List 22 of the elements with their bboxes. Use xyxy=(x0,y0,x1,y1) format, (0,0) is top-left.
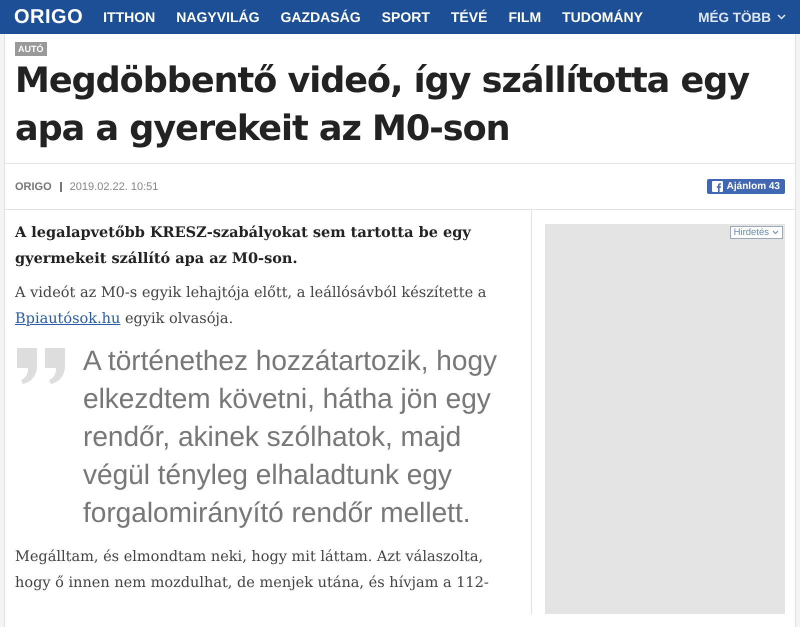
nav-link[interactable]: GAZDASÁG xyxy=(280,9,361,25)
nav-link[interactable]: FILM xyxy=(508,9,542,25)
nav-link[interactable]: ITTHON xyxy=(103,9,156,25)
article-paragraph: Megálltam, és elmondtam neki, hogy mit láttam. Azt válaszolta, hogy ő innen nem mozdulhat, de menjek utána, és hívjam a 112- xyxy=(15,548,490,593)
site-logo[interactable]: ORIGO xyxy=(14,6,84,28)
nav-link[interactable]: NAGYVILÁG xyxy=(176,9,260,25)
more-menu[interactable]: MÉG TÖBB xyxy=(698,10,786,24)
article-paragraph: A videót az M0-s egyik lehajtója előtt, a leállósávból készítette a Bpiautósok.hu egyik olvasója. xyxy=(15,284,488,329)
nav-link[interactable]: SPORT xyxy=(382,9,430,25)
like-button[interactable]: Ajánlom 43 xyxy=(706,179,785,194)
nav-link[interactable]: TÉVÉ xyxy=(450,9,488,25)
ad-label[interactable]: Hirdetés xyxy=(730,226,783,239)
facebook-icon xyxy=(712,181,723,192)
article-lead: A legalapvetőbb KRESZ-szabályokat sem tartotta be egy gyermekeit szállító apa az M0-son. xyxy=(15,223,472,269)
source-link[interactable]: Bpiautósok.hu xyxy=(15,311,120,327)
publish-date: 2019.02.22. 10:51 xyxy=(70,180,158,192)
article-source: ORIGO xyxy=(15,180,52,192)
article-title: Megdöbbentő videó, így szállította egy apa a gyerekeit az M0-son xyxy=(15,60,750,151)
pull-quote: A történethez hozzátartozik, hogy elkezdtem követni, hátha jön egy rendőr, akinek szólhatok, majd végül tényleg elhaladtunk egy forgalomirányító rendőr mellett. xyxy=(83,344,498,530)
nav-link[interactable]: TUDOMÁNY xyxy=(562,9,643,25)
chevron-down-icon xyxy=(772,230,779,235)
chevron-down-icon xyxy=(777,14,786,20)
